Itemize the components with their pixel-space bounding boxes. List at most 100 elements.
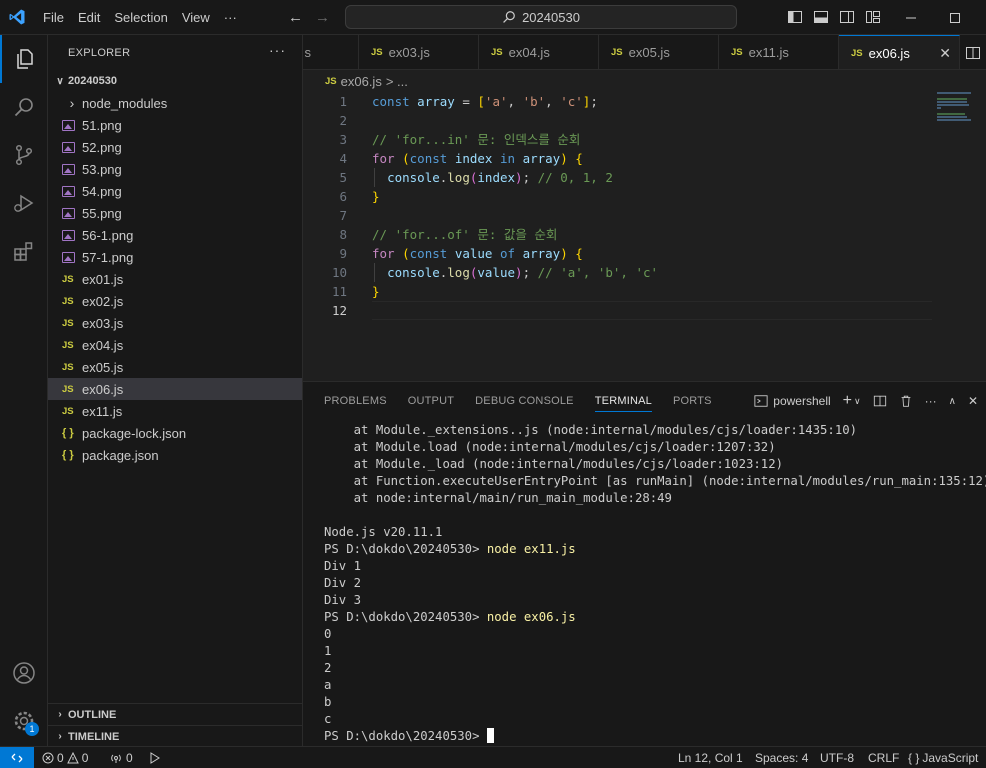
file-tree-item[interactable]: 52.png	[48, 136, 302, 158]
title-bar: File Edit Selection View ··· ← → 2024053…	[0, 0, 986, 35]
notification-badge: 1	[25, 722, 39, 736]
menu-edit[interactable]: Edit	[71, 10, 107, 25]
file-tree-item[interactable]: JS ex05.js	[48, 356, 302, 378]
chevron-up-icon[interactable]: ∧	[949, 396, 956, 407]
more-actions-icon[interactable]: ···	[925, 394, 937, 408]
extensions-icon	[14, 242, 33, 261]
tab-output[interactable]: OUTPUT	[408, 382, 454, 420]
bottom-panel: PROBLEMS OUTPUT DEBUG CONSOLE TERMINAL P…	[303, 381, 986, 746]
back-arrow-icon[interactable]: ←	[288, 9, 303, 26]
tab-debug-console[interactable]: DEBUG CONSOLE	[475, 382, 574, 420]
maximize-icon	[950, 12, 960, 23]
js-file-icon: JS	[851, 47, 863, 59]
timeline-section[interactable]: › TIMELINE	[48, 725, 303, 747]
eol-status[interactable]: CRLF	[868, 747, 899, 768]
menu-selection[interactable]: Selection	[107, 10, 174, 25]
file-tree-item[interactable]: JS ex06.js	[48, 378, 302, 400]
code-editor[interactable]: JS ex06.js > ... 1 2 3 4 5 6 7 8 9 10 11 12 const a…	[303, 70, 986, 380]
trash-icon[interactable]	[899, 394, 913, 408]
file-tree-item[interactable]: { } package-lock.json	[48, 422, 302, 444]
source-control-activity[interactable]	[0, 131, 48, 179]
line-number: 9	[339, 246, 347, 261]
explorer-title: EXPLORER	[68, 46, 131, 59]
file-tree-label: 52.png	[82, 139, 122, 155]
breadcrumb-file[interactable]: ex06.js	[341, 74, 382, 89]
file-tree-item[interactable]: JS ex03.js	[48, 312, 302, 334]
customize-layout-icon[interactable]	[865, 9, 881, 25]
minimap[interactable]	[937, 92, 977, 122]
accounts-activity[interactable]	[0, 649, 48, 697]
file-tree-item[interactable]: 55.png	[48, 202, 302, 224]
more-actions-icon[interactable]: ···	[269, 42, 286, 58]
file-tree-item[interactable]: JS ex04.js	[48, 334, 302, 356]
terminal-prompt: PS D:\dokdo\20240530>	[324, 729, 487, 743]
file-tree-item[interactable]: JS ex02.js	[48, 290, 302, 312]
tab-ex06[interactable]: JS ex06.js ✕	[839, 35, 960, 69]
file-tree-item[interactable]: 53.png	[48, 158, 302, 180]
toggle-secondary-sidebar-icon[interactable]	[839, 9, 855, 25]
tab-partial[interactable]: s	[303, 35, 359, 69]
broadcast-icon	[111, 754, 121, 763]
code-content[interactable]: const array = ['a', 'b', 'c']; // 'for..…	[372, 92, 932, 320]
outline-section[interactable]: › OUTLINE	[48, 703, 303, 725]
file-tree-item[interactable]: JS ex01.js	[48, 268, 302, 290]
tab-ex11[interactable]: JS ex11.js	[719, 35, 839, 69]
breadcrumb-rest[interactable]: > ...	[386, 74, 408, 89]
file-tree-item[interactable]: 56-1.png	[48, 224, 302, 246]
problems-status[interactable]: 0 0	[42, 747, 88, 768]
toggle-panel-icon[interactable]	[813, 9, 829, 25]
activity-bar: 1	[0, 35, 48, 746]
debug-status[interactable]	[147, 747, 161, 768]
file-tree-item[interactable]: 57-1.png	[48, 246, 302, 268]
terminal-shell-selector[interactable]: powershell	[754, 394, 831, 408]
tab-ex04[interactable]: JS ex04.js	[479, 35, 599, 69]
tab-ex05[interactable]: JS ex05.js	[599, 35, 719, 69]
new-terminal-icon[interactable]: +	[843, 392, 852, 410]
tab-ex03[interactable]: JS ex03.js	[359, 35, 479, 69]
tab-ports[interactable]: PORTS	[673, 382, 712, 420]
run-debug-activity[interactable]	[0, 179, 48, 227]
file-tree-item[interactable]: › node_modules	[48, 92, 302, 114]
cursor-position[interactable]: Ln 12, Col 1	[678, 747, 743, 768]
stack-trace-line: at Module._load (node:internal/modules/c…	[324, 457, 784, 471]
menu-view[interactable]: View	[175, 10, 217, 25]
split-editor-button[interactable]	[960, 35, 986, 69]
file-tree-item[interactable]: JS ex11.js	[48, 400, 302, 422]
file-tree-item[interactable]: 54.png	[48, 180, 302, 202]
close-panel-icon[interactable]: ✕	[968, 394, 978, 408]
js-file-icon: JS	[371, 47, 383, 58]
code-line: for (const value of array) {	[372, 246, 583, 261]
tab-terminal[interactable]: TERMINAL	[594, 382, 653, 420]
toggle-primary-sidebar-icon[interactable]	[787, 9, 803, 25]
manage-activity[interactable]: 1	[0, 697, 48, 745]
file-tree-item[interactable]: 51.png	[48, 114, 302, 136]
braces-icon: { }	[908, 751, 920, 765]
split-terminal-icon[interactable]	[873, 394, 887, 408]
encoding-status[interactable]: UTF-8	[820, 747, 854, 768]
chevron-down-icon[interactable]: ∨	[854, 396, 861, 407]
minimize-button[interactable]	[896, 0, 926, 35]
status-bar: 0 0 0 Ln 12, Col 1 Spaces: 4 UTF-8 CRLF …	[0, 746, 986, 768]
tab-problems[interactable]: PROBLEMS	[324, 382, 387, 420]
explorer-activity[interactable]	[0, 35, 48, 83]
indentation-status[interactable]: Spaces: 4	[755, 747, 808, 768]
extensions-activity[interactable]	[0, 227, 48, 275]
workspace-root[interactable]: ∨ 20240530	[48, 70, 302, 92]
menu-more[interactable]: ···	[217, 10, 244, 25]
search-activity[interactable]	[0, 83, 48, 131]
language-status[interactable]: { } JavaScript	[908, 747, 978, 768]
command-center-search[interactable]: 20240530	[345, 5, 737, 29]
file-tree-item[interactable]: { } package.json	[48, 444, 302, 466]
menu-file[interactable]: File	[36, 10, 71, 25]
vscode-logo-icon[interactable]	[8, 8, 26, 26]
stack-trace-line: at Module._extensions..js (node:internal…	[324, 423, 858, 437]
close-icon[interactable]: ✕	[939, 45, 951, 62]
remote-indicator[interactable]	[0, 747, 34, 768]
file-tree: › node_modules 51.png 52.png 53.png 54.png 55.…	[48, 92, 302, 466]
ports-count: 0	[126, 751, 133, 765]
ports-status[interactable]: 0	[109, 747, 133, 768]
terminal-output[interactable]: at Module._extensions..js (node:internal…	[324, 422, 986, 745]
maximize-button[interactable]	[940, 0, 970, 35]
forward-arrow-icon[interactable]: →	[315, 9, 330, 26]
